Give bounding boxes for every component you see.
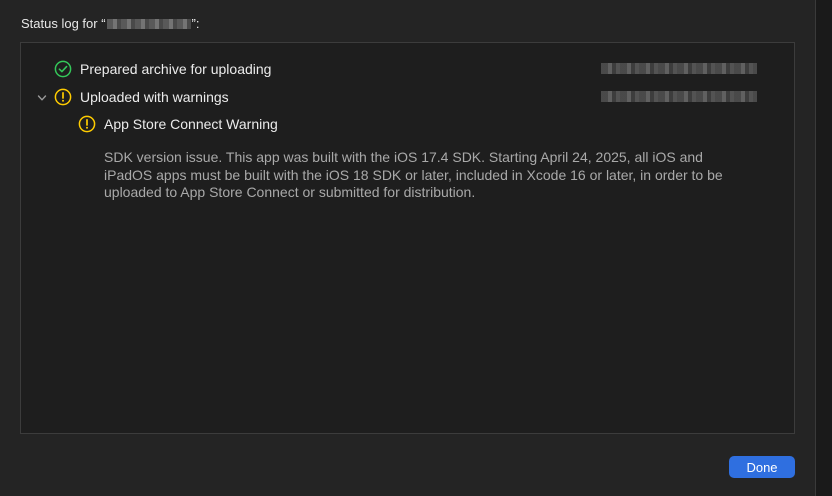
disclosure-chevron-icon[interactable] xyxy=(37,93,47,103)
redacted-app-name xyxy=(106,19,191,29)
dialog-title: Status log for “ ”: xyxy=(21,16,200,31)
status-log-list[interactable]: Prepared archive for uploading Uploaded … xyxy=(20,42,795,434)
checkmark-circle-icon xyxy=(54,60,72,78)
log-entry-label: Uploaded with warnings xyxy=(80,89,229,105)
log-entry-prepared: Prepared archive for uploading xyxy=(54,60,271,78)
window-backdrop xyxy=(816,0,832,496)
warning-circle-icon xyxy=(78,115,96,133)
dialog-title-suffix: ”: xyxy=(191,16,200,31)
done-button[interactable]: Done xyxy=(729,456,795,478)
redacted-timestamp xyxy=(601,63,757,74)
log-entry-label: Prepared archive for uploading xyxy=(80,61,272,77)
warning-circle-icon xyxy=(54,88,72,106)
status-log-dialog: Status log for “ ”: Prepared archive for … xyxy=(0,0,816,496)
log-entry-label: App Store Connect Warning xyxy=(104,116,278,132)
dialog-title-prefix: Status log for “ xyxy=(21,16,106,31)
log-entry-uploaded[interactable]: Uploaded with warnings xyxy=(54,88,229,106)
log-entry-app-store-warning: App Store Connect Warning xyxy=(78,115,278,133)
redacted-timestamp xyxy=(601,91,757,102)
warning-message: SDK version issue. This app was built wi… xyxy=(104,149,723,200)
